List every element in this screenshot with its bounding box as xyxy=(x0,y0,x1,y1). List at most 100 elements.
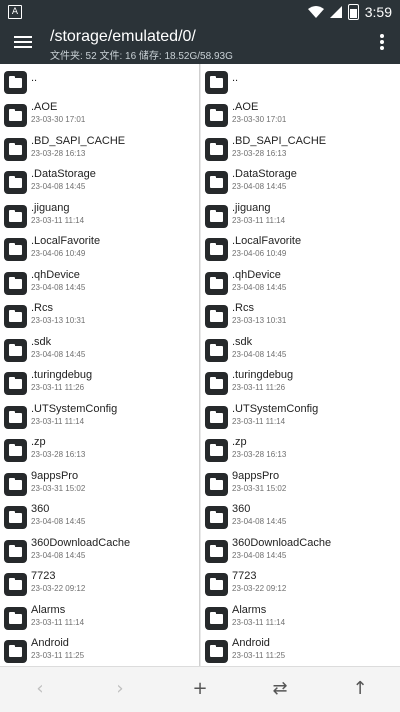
folder-date: 23-03-11 11:14 xyxy=(31,617,85,627)
folder-date: 23-03-31 15:02 xyxy=(31,483,86,493)
folder-row[interactable]: .qhDevice 23-04-08 14:45 xyxy=(201,265,400,299)
folder-name: .DataStorage xyxy=(31,168,96,180)
right-file-pane[interactable]: .. .AOE 23-03-30 17:01 .BD_SAPI_CACHE 23-03-… xyxy=(201,64,400,666)
folder-icon xyxy=(4,372,27,395)
wifi-icon xyxy=(307,6,324,18)
folder-row[interactable]: .Rcs 23-03-13 10:31 xyxy=(0,298,199,332)
folder-date: 23-03-11 11:14 xyxy=(232,215,286,225)
arrow-up-icon[interactable]: ↑ xyxy=(348,677,372,701)
folder-date: 23-03-31 15:02 xyxy=(232,483,287,493)
folder-row[interactable]: .DataStorage 23-04-08 14:45 xyxy=(201,164,400,198)
folder-row[interactable]: .jiguang 23-03-11 11:14 xyxy=(201,198,400,232)
folder-name: .UTSystemConfig xyxy=(232,402,319,415)
swap-arrows-icon[interactable]: ⇄ xyxy=(268,677,292,701)
folder-row[interactable]: .sdk 23-04-08 14:45 xyxy=(0,332,199,366)
folder-name: .zp xyxy=(31,436,46,448)
folder-date: 23-03-11 11:26 xyxy=(232,383,286,392)
folder-row[interactable]: .BD_SAPI_CACHE 23-03-28 16:13 xyxy=(201,131,400,165)
folder-name: 360DownloadCache xyxy=(232,536,332,549)
folder-name: Alarms xyxy=(31,603,66,616)
folder-icon xyxy=(205,405,228,429)
folder-name: 360DownloadCache xyxy=(31,536,131,549)
parent-directory-row[interactable]: .. xyxy=(201,64,400,97)
folder-name: 7723 xyxy=(232,570,257,582)
folder-name: .Rcs xyxy=(31,302,53,314)
folder-row[interactable]: .AOE 23-03-30 17:01 xyxy=(0,97,199,131)
folder-icon xyxy=(205,305,228,328)
folder-row[interactable]: Alarms 23-03-11 11:14 xyxy=(0,600,199,634)
folder-date: 23-04-08 14:45 xyxy=(232,282,287,292)
folder-name: .turingdebug xyxy=(232,369,294,381)
folder-name: .qhDevice xyxy=(232,268,281,281)
folder-name: .AOE xyxy=(232,101,259,113)
folder-icon xyxy=(4,104,27,127)
folder-name: .turingdebug xyxy=(31,369,93,381)
folder-date: 23-04-08 14:45 xyxy=(232,182,287,191)
chevron-right-icon[interactable]: › xyxy=(108,677,132,701)
folder-row[interactable]: Android 23-03-11 11:25 xyxy=(201,633,400,666)
folder-row[interactable]: .jiguang 23-03-11 11:14 xyxy=(0,198,199,232)
folder-icon xyxy=(4,506,27,529)
folder-icon xyxy=(205,104,228,127)
folder-icon xyxy=(205,204,228,228)
folder-row[interactable]: .sdk 23-04-08 14:45 xyxy=(201,332,400,366)
plus-icon[interactable]: + xyxy=(188,677,212,701)
folder-row[interactable]: .DataStorage 23-04-08 14:45 xyxy=(0,164,199,198)
folder-row[interactable]: 360DownloadCache 23-04-08 14:45 xyxy=(201,533,400,567)
folder-row[interactable]: .UTSystemConfig 23-03-11 11:14 xyxy=(0,399,199,433)
folder-row[interactable]: 7723 23-03-22 09:12 xyxy=(0,566,199,600)
folder-date: 23-04-08 14:45 xyxy=(31,517,86,526)
folder-date: 23-03-28 16:13 xyxy=(232,450,287,459)
folder-name: .AOE xyxy=(31,101,58,113)
app-bar: /storage/emulated/0/ 文件夹: 52 文件: 16 储存: … xyxy=(0,24,400,64)
folder-row[interactable]: .AOE 23-03-30 17:01 xyxy=(201,97,400,131)
folder-row[interactable]: .turingdebug 23-03-11 11:26 xyxy=(201,365,400,399)
folder-row[interactable]: .zp 23-03-28 16:13 xyxy=(201,432,400,466)
folder-name: .Rcs xyxy=(232,302,254,314)
folder-row[interactable]: 9appsPro 23-03-31 15:02 xyxy=(201,466,400,500)
folder-row[interactable]: 9appsPro 23-03-31 15:02 xyxy=(0,466,199,500)
folder-date: 23-03-28 16:13 xyxy=(31,450,86,459)
current-path: /storage/emulated/0/ xyxy=(50,28,196,45)
kebab-menu-icon[interactable] xyxy=(380,34,384,50)
folder-name: .BD_SAPI_CACHE xyxy=(31,134,126,147)
folder-date: 23-04-06 10:49 xyxy=(232,249,287,258)
folder-date: 23-04-08 14:45 xyxy=(232,550,287,560)
folder-name: 9appsPro xyxy=(232,469,280,482)
folder-row[interactable]: .Rcs 23-03-13 10:31 xyxy=(201,298,400,332)
folder-icon xyxy=(4,606,27,630)
folder-row[interactable]: 360DownloadCache 23-04-08 14:45 xyxy=(0,533,199,567)
folder-icon xyxy=(4,137,27,161)
folder-row[interactable]: .LocalFavorite 23-04-06 10:49 xyxy=(201,231,400,265)
folder-icon xyxy=(4,238,27,261)
folder-row[interactable]: 360 23-04-08 14:45 xyxy=(0,499,199,533)
folder-name: 9appsPro xyxy=(31,469,79,482)
folder-row[interactable]: .qhDevice 23-04-08 14:45 xyxy=(0,265,199,299)
folder-name: .DataStorage xyxy=(232,168,297,180)
folder-row[interactable]: 7723 23-03-22 09:12 xyxy=(201,566,400,600)
folder-date: 23-03-11 11:14 xyxy=(31,215,85,225)
folder-row[interactable]: 360 23-04-08 14:45 xyxy=(201,499,400,533)
storage-stats: 文件夹: 52 文件: 16 储存: 18.52G/58.93G xyxy=(50,51,233,62)
folder-date: 23-04-08 14:45 xyxy=(232,517,287,526)
parent-directory-row[interactable]: .. xyxy=(0,64,199,97)
left-file-pane[interactable]: .. .AOE 23-03-30 17:01 .BD_SAPI_CACHE 23-03-… xyxy=(0,64,200,666)
folder-date: 23-03-13 10:31 xyxy=(31,316,86,325)
cellular-signal-icon xyxy=(329,6,342,18)
folder-name: .sdk xyxy=(31,335,52,348)
folder-row[interactable]: .BD_SAPI_CACHE 23-03-28 16:13 xyxy=(0,131,199,165)
folder-date: 23-04-06 10:49 xyxy=(31,249,86,258)
folder-icon xyxy=(205,372,228,395)
folder-date: 23-03-30 17:01 xyxy=(232,115,287,124)
folder-name: .LocalFavorite xyxy=(232,235,302,247)
folder-row[interactable]: .turingdebug 23-03-11 11:26 xyxy=(0,365,199,399)
folder-row[interactable]: .LocalFavorite 23-04-06 10:49 xyxy=(0,231,199,265)
folder-date: 23-03-11 11:14 xyxy=(31,416,85,426)
hamburger-icon[interactable] xyxy=(14,33,32,51)
folder-row[interactable]: .zp 23-03-28 16:13 xyxy=(0,432,199,466)
dual-pane-container: .. .AOE 23-03-30 17:01 .BD_SAPI_CACHE 23-03-… xyxy=(0,64,400,666)
folder-row[interactable]: Android 23-03-11 11:25 xyxy=(0,633,199,666)
folder-row[interactable]: Alarms 23-03-11 11:14 xyxy=(201,600,400,634)
folder-row[interactable]: .UTSystemConfig 23-03-11 11:14 xyxy=(201,399,400,433)
chevron-left-icon[interactable]: ‹ xyxy=(28,677,52,701)
